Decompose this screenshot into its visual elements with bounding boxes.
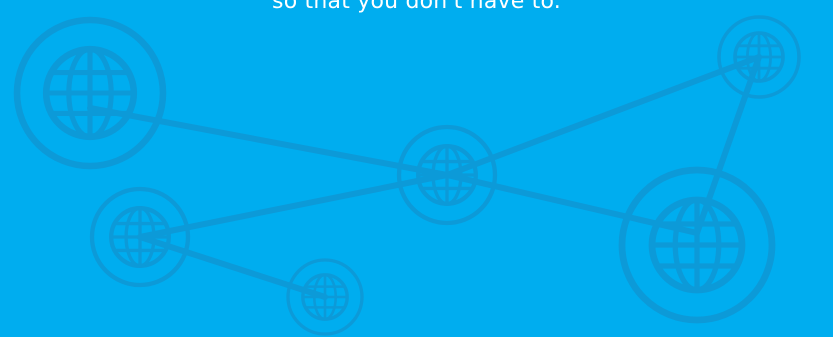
globe-icon [622, 170, 772, 320]
globe-icon [92, 189, 188, 285]
hero-banner: so that you don't have to. [0, 0, 833, 337]
network-graphic [0, 0, 833, 337]
globe-icon [399, 127, 495, 223]
globe-icon [719, 17, 799, 97]
hero-tagline: so that you don't have to. [272, 0, 561, 14]
globe-icon [288, 260, 362, 334]
globe-icon [17, 20, 163, 166]
